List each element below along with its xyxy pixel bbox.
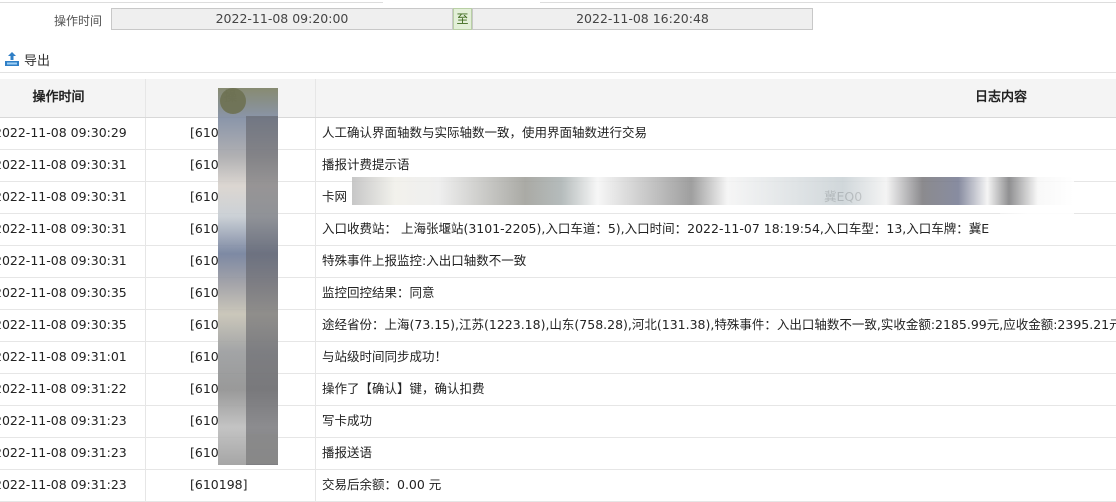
row-log: 写卡成功 [322,413,373,428]
table-row[interactable]: 2022-11-08 09:31:23 [610 播报送语 [0,438,1116,470]
table-row[interactable]: 2022-11-08 09:30:35 [610 监控回控结果：同意 [0,278,1116,310]
row-time: 2022-11-08 09:31:23 [0,406,146,437]
table-row[interactable]: 2022-11-08 09:30:35 [610 途经省份：上海(73.15),… [0,310,1116,342]
top-divider-right [540,0,1116,3]
header-log-content[interactable]: 日志内容 [316,79,1116,117]
export-label: 导出 [24,53,51,69]
end-time-field[interactable]: 2022-11-08 16:20:48 [472,8,813,30]
row-log: 播报送语 [322,445,373,460]
row-time: 2022-11-08 09:31:23 [0,438,146,469]
date-range-separator: 至 [453,8,472,30]
row-time: 2022-11-08 09:30:29 [0,118,146,149]
table-row[interactable]: 2022-11-08 09:30:31 [610 特殊事件上报监控:入出口轴数不… [0,246,1116,278]
filter-label-operation-time: 操作时间 [54,14,103,28]
row-log: 监控回控结果：同意 [322,285,435,300]
privacy-mask-bottom [246,434,278,464]
privacy-mask-log-row [352,177,1074,205]
row-time: 2022-11-08 09:31:22 [0,374,146,405]
row-log: 人工确认界面轴数与实际轴数一致，使用界面轴数进行交易 [322,125,648,140]
log-table: 操作时间 操 日志内容 2022-11-08 09:30:29 [610 人工确… [0,79,1116,502]
toolbar: 导出 [0,46,1116,73]
filter-bar: 操作时间 2022-11-08 09:20:00 至 2022-11-08 16… [0,0,1116,36]
table-header: 操作时间 操 日志内容 [0,79,1116,118]
row-time: 2022-11-08 09:30:31 [0,214,146,245]
table-row[interactable]: 2022-11-08 09:31:23 [610 写卡成功 [0,406,1116,438]
row-log: 交易后余额：0.00 元 [322,477,442,492]
row-time: 2022-11-08 09:31:01 [0,342,146,373]
row-time: 2022-11-08 09:30:35 [0,278,146,309]
row-time: 2022-11-08 09:30:31 [0,150,146,181]
top-divider-left [0,0,383,3]
table-row[interactable]: 2022-11-08 09:30:31 [610 入口收费站： 上海张堰站(31… [0,214,1116,246]
row-time: 2022-11-08 09:31:23 [0,470,146,501]
row-time: 2022-11-08 09:30:35 [0,310,146,341]
row-log-text: 卡网 [322,189,348,204]
privacy-mask-header [220,88,246,114]
export-icon [5,52,19,66]
header-operation-time[interactable]: 操作时间 [0,79,146,117]
table-row[interactable]: 2022-11-08 09:31:22 [610 操作了【确认】键，确认扣费 [0,374,1116,406]
row-time: 2022-11-08 09:30:31 [0,246,146,277]
row-log: 途经省份：上海(73.15),江苏(1223.18),山东(758.28),河北… [322,317,1116,332]
start-time-field[interactable]: 2022-11-08 09:20:00 [111,8,453,30]
row-log: 特殊事件上报监控:入出口轴数不一致 [322,253,527,268]
table-row[interactable]: 2022-11-08 09:30:29 [610 人工确认界面轴数与实际轴数一致… [0,118,1116,150]
row-log: 与站级时间同步成功！ [322,349,448,364]
table-row[interactable]: 2022-11-08 09:31:23 [610198] 交易后余额：0.00 … [0,470,1116,502]
table-row[interactable]: 2022-11-08 09:31:01 [610 与站级时间同步成功！ [0,342,1116,374]
export-button[interactable]: 导出 [4,50,51,69]
privacy-mask-operator-shade [246,116,278,465]
row-log: 入口收费站： 上海张堰站(3101-2205),入口车道：5),入口时间：202… [322,221,990,236]
row-time: 2022-11-08 09:30:31 [0,182,146,213]
privacy-mask-plate [1000,212,1074,240]
row-operator: [610198] [146,470,316,501]
row-log: 操作了【确认】键，确认扣费 [322,381,485,396]
